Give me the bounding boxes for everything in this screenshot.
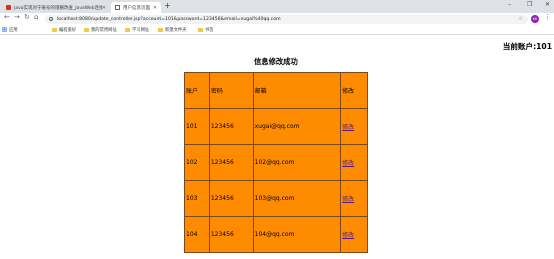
home-icon[interactable]: ⌂	[34, 13, 38, 21]
password-cell: 123456	[208, 180, 254, 217]
column-header-password: 密码	[208, 72, 254, 109]
table-row: 102 123456 102@qq.com 修改	[184, 144, 368, 181]
folder-icon	[84, 27, 89, 32]
edit-cell: 修改	[340, 108, 368, 145]
table-row: 104 123456 104@qq.com 修改	[184, 216, 368, 253]
table-row: 101 123456 xugai@qq.com 修改	[184, 108, 368, 145]
page-title: 信息修改成功	[254, 57, 298, 66]
tab-title: Java实现对于账号的增删改查_JavaWeb连接MySQL的教程	[14, 5, 102, 11]
edit-cell: 修改	[340, 180, 368, 217]
account-cell: 102	[184, 144, 210, 181]
table-header-row: 账户 密码 邮箱 修改	[184, 72, 368, 109]
new-tab-button[interactable]: +	[164, 1, 171, 10]
folder-icon	[158, 27, 163, 32]
close-window-icon[interactable]: ✕	[545, 1, 550, 8]
minimize-icon[interactable]: –	[508, 1, 511, 8]
close-tab-icon[interactable]: ✕	[102, 5, 106, 11]
bookmark-folder[interactable]: 我的常用网址	[84, 27, 117, 33]
page-content: 当前账户:101 信息修改成功 账户 密码 邮箱 修改 101 123456 x…	[0, 36, 554, 259]
edit-link[interactable]: 修改	[342, 160, 354, 167]
browser-toolbar: ← → ↻ ⌂ localhost:8080/update_controller…	[0, 13, 554, 25]
bookmark-star-icon[interactable]: ☆	[519, 16, 523, 22]
account-cell: 101	[184, 108, 210, 145]
back-icon[interactable]: ←	[4, 13, 10, 21]
bookmark-label: 书签	[205, 27, 214, 33]
password-cell: 123456	[208, 108, 254, 145]
maximize-icon[interactable]: ❐	[527, 1, 532, 8]
bookmark-apps[interactable]: 应用	[2, 27, 18, 33]
forward-icon[interactable]: →	[14, 13, 20, 21]
browser-menu-icon[interactable]: ⋮	[544, 13, 551, 21]
table-row: 103 123456 103@qq.com 修改	[184, 180, 368, 217]
bookmark-label: 我的常用网址	[91, 27, 117, 33]
column-header-email: 邮箱	[252, 72, 342, 109]
bookmark-label: 应用	[9, 27, 18, 33]
bookmark-folder[interactable]: 学习网址	[125, 27, 149, 33]
email-cell: 103@qq.com	[252, 180, 342, 217]
tab-user-info[interactable]: 用户信息页面 ✕	[111, 2, 161, 13]
tab-title: 用户信息页面	[123, 5, 150, 11]
edit-link[interactable]: 修改	[342, 232, 354, 239]
edit-link[interactable]: 修改	[342, 196, 354, 203]
bookmark-label: 新建文件夹	[165, 27, 187, 33]
folder-icon	[198, 27, 203, 32]
site-info-icon[interactable]	[49, 17, 53, 21]
bookmark-folder[interactable]: 编程爱好	[52, 27, 76, 33]
bookmark-folder[interactable]: 书签	[198, 27, 214, 33]
tab-java-article[interactable]: Java实现对于账号的增删改查_JavaWeb连接MySQL的教程 ✕	[2, 2, 110, 13]
tab-strip: Java实现对于账号的增删改查_JavaWeb连接MySQL的教程 ✕ 用户信息…	[0, 0, 554, 13]
csdn-favicon-icon	[6, 5, 11, 10]
email-cell: 104@qq.com	[252, 216, 342, 253]
page-favicon-icon	[115, 5, 120, 10]
account-cell: 104	[184, 216, 210, 253]
edit-link[interactable]: 修改	[342, 124, 354, 131]
profile-avatar[interactable]: KK	[531, 15, 539, 23]
edit-cell: 修改	[340, 216, 368, 253]
address-bar[interactable]: localhost:8080/update_controller.jsp?acc…	[45, 14, 528, 24]
password-cell: 123456	[208, 216, 254, 253]
column-header-account: 账户	[184, 72, 210, 109]
edit-cell: 修改	[340, 144, 368, 181]
bookmark-label: 编程爱好	[59, 27, 77, 33]
folder-icon	[125, 27, 130, 32]
apps-grid-icon	[2, 27, 7, 32]
account-cell: 103	[184, 180, 210, 217]
email-cell: 102@qq.com	[252, 144, 342, 181]
folder-icon	[52, 27, 57, 32]
users-table: 账户 密码 邮箱 修改 101 123456 xugai@qq.com 修改 1…	[184, 72, 368, 253]
close-tab-icon[interactable]: ✕	[153, 5, 157, 11]
url-text[interactable]: localhost:8080/update_controller.jsp?acc…	[57, 17, 281, 22]
current-account-label: 当前账户:101	[502, 42, 552, 51]
password-cell: 123456	[208, 144, 254, 181]
bookmark-label: 学习网址	[132, 27, 150, 33]
email-cell: xugai@qq.com	[252, 108, 342, 145]
column-header-edit: 修改	[340, 72, 368, 109]
bookmark-folder[interactable]: 新建文件夹	[158, 27, 186, 33]
bookmarks-bar: 应用 编程爱好 我的常用网址 学习网址 新建文件夹 书签	[0, 25, 554, 35]
reload-icon[interactable]: ↻	[24, 13, 30, 21]
